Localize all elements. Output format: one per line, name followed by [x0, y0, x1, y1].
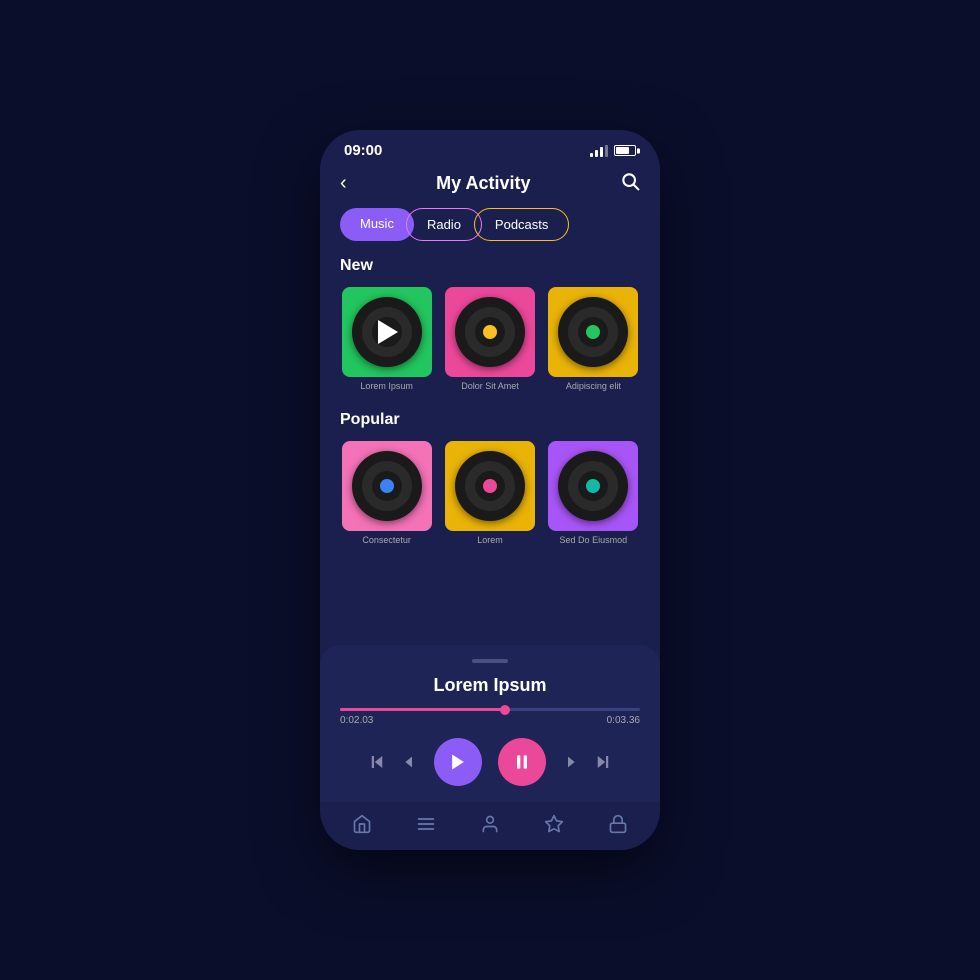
time-labels: 0:02.03 0:03.36 [340, 715, 640, 726]
scroll-content: New Lorem Ipsum [320, 257, 660, 645]
vinyl-record [352, 451, 422, 521]
progress-thumb [500, 705, 510, 715]
nav-menu[interactable] [416, 814, 436, 834]
album-label: Adipiscing elit [566, 381, 621, 391]
album-label: Lorem [477, 535, 503, 545]
nav-lock[interactable] [608, 814, 628, 834]
list-item[interactable]: Consectetur [340, 441, 433, 545]
progress-bar [340, 708, 640, 711]
player-track-title: Lorem Ipsum [340, 675, 640, 696]
status-icons [590, 145, 636, 157]
tabs-bar: Music Radio Podcasts [320, 208, 660, 257]
current-time: 0:02.03 [340, 715, 373, 726]
list-item[interactable]: Adipiscing elit [547, 287, 640, 391]
back-button[interactable]: ‹ [340, 172, 347, 195]
album-cover [445, 287, 535, 377]
nav-home[interactable] [352, 814, 372, 834]
pause-button[interactable] [498, 738, 546, 786]
album-cover [342, 441, 432, 531]
new-album-grid: Lorem Ipsum Dolor Sit Amet Adipisc [340, 287, 640, 391]
list-item[interactable]: Dolor Sit Amet [443, 287, 536, 391]
tab-music[interactable]: Music [340, 208, 414, 241]
album-cover [548, 287, 638, 377]
vinyl-center [586, 325, 600, 339]
top-nav: ‹ My Activity [320, 167, 660, 208]
vinyl-center [483, 325, 497, 339]
section-title-popular: Popular [340, 411, 640, 429]
album-label: Sed Do Eiusmod [560, 535, 628, 545]
vinyl-record [558, 451, 628, 521]
phone-frame: 09:00 ‹ My Activity Music Radio Pod [320, 130, 660, 850]
progress-fill [340, 708, 505, 711]
vinyl-record [352, 297, 422, 367]
play-button[interactable] [434, 738, 482, 786]
fast-forward-button[interactable] [562, 754, 578, 770]
status-time: 09:00 [344, 142, 382, 159]
nav-favorites[interactable] [544, 814, 564, 834]
album-label: Dolor Sit Amet [461, 381, 519, 391]
vinyl-record [455, 451, 525, 521]
list-item[interactable]: Lorem [443, 441, 536, 545]
vinyl-center [586, 479, 600, 493]
vinyl-record [455, 297, 525, 367]
player-controls [340, 738, 640, 786]
vinyl-record [558, 297, 628, 367]
list-item[interactable]: Lorem Ipsum [340, 287, 433, 391]
player-handle [472, 659, 508, 663]
total-time: 0:03.36 [607, 715, 640, 726]
player-panel: Lorem Ipsum 0:02.03 0:03.36 [320, 645, 660, 802]
album-cover [445, 441, 535, 531]
album-label: Consectetur [362, 535, 411, 545]
vinyl-center [380, 479, 394, 493]
popular-album-grid: Consectetur Lorem Sed Do Eiusmod [340, 441, 640, 545]
skip-forward-end-button[interactable] [594, 753, 612, 771]
status-bar: 09:00 [320, 130, 660, 167]
progress-container[interactable]: 0:02.03 0:03.36 [340, 708, 640, 726]
nav-profile[interactable] [480, 814, 500, 834]
tab-podcasts[interactable]: Podcasts [474, 208, 569, 241]
section-title-new: New [340, 257, 640, 275]
battery-icon [614, 145, 636, 156]
album-cover [548, 441, 638, 531]
play-icon [373, 318, 401, 346]
list-item[interactable]: Sed Do Eiusmod [547, 441, 640, 545]
album-cover [342, 287, 432, 377]
album-label: Lorem Ipsum [360, 381, 413, 391]
page-title: My Activity [436, 173, 530, 194]
skip-back-start-button[interactable] [368, 753, 386, 771]
signal-icon [590, 145, 608, 157]
rewind-button[interactable] [402, 754, 418, 770]
bottom-nav [320, 802, 660, 850]
tab-radio[interactable]: Radio [406, 208, 482, 241]
search-button[interactable] [620, 171, 640, 196]
vinyl-center [483, 479, 497, 493]
